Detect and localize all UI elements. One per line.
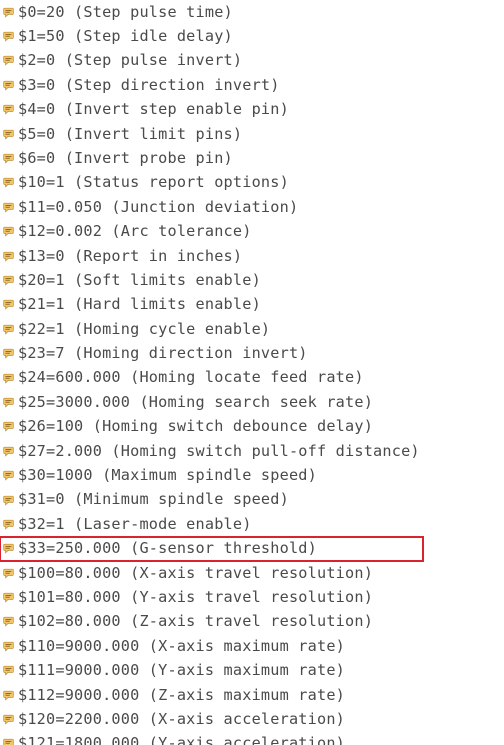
console-line-text: $120=2200.000 (X-axis acceleration): [18, 709, 346, 728]
message-icon: [3, 470, 14, 481]
console-line-text: $102=80.000 (Z-axis travel resolution): [18, 612, 374, 631]
console-line: $32=1 (Laser-mode enable): [0, 512, 504, 536]
console-line-text: $32=1 (Laser-mode enable): [18, 514, 252, 533]
console-line: $22=1 (Homing cycle enable): [0, 317, 504, 341]
message-icon: [3, 665, 14, 676]
console-line: $101=80.000 (Y-axis travel resolution): [0, 585, 504, 609]
console-line-text: $22=1 (Homing cycle enable): [18, 319, 271, 338]
console-line-text: $2=0 (Step pulse invert): [18, 51, 243, 70]
console-line: $6=0 (Invert probe pin): [0, 146, 504, 170]
message-icon: [3, 324, 14, 335]
message-icon: [3, 738, 14, 745]
console-line: $20=1 (Soft limits enable): [0, 268, 504, 292]
message-icon: [3, 568, 14, 579]
console-line: $2=0 (Step pulse invert): [0, 49, 504, 73]
message-icon: [3, 153, 14, 164]
message-icon: [3, 641, 14, 652]
console-line: $26=100 (Homing switch debounce delay): [0, 415, 504, 439]
console-line-text: $112=9000.000 (Z-axis maximum rate): [18, 685, 346, 704]
console-line: $23=7 (Homing direction invert): [0, 341, 504, 365]
console-line-text: $23=7 (Homing direction invert): [18, 344, 308, 363]
console-line: $3=0 (Step direction invert): [0, 73, 504, 97]
message-icon: [3, 129, 14, 140]
message-icon: [3, 55, 14, 67]
message-icon: [3, 519, 14, 530]
console-line-highlighted: $33=250.000 (G-sensor threshold): [0, 535, 424, 563]
console-line: $121=1800.000 (Y-axis acceleration): [0, 732, 504, 745]
message-icon: [3, 226, 14, 237]
console-line-text: $1=50 (Step idle delay): [18, 26, 233, 45]
message-icon: [3, 397, 14, 408]
message-icon: [3, 592, 14, 603]
message-icon: [3, 690, 14, 701]
console-line: $25=3000.000 (Homing search seek rate): [0, 390, 504, 414]
message-icon: [3, 446, 14, 457]
console-line: $21=1 (Hard limits enable): [0, 293, 504, 317]
message-icon: [3, 616, 14, 628]
console-line-text: $6=0 (Invert probe pin): [18, 148, 233, 167]
console-line: $12=0.002 (Arc tolerance): [0, 220, 504, 244]
console-line: $120=2200.000 (X-axis acceleration): [0, 707, 504, 731]
message-icon: [3, 495, 14, 506]
message-icon: [3, 31, 14, 42]
console-line-text: $3=0 (Step direction invert): [18, 75, 280, 94]
console-line: $110=9000.000 (X-axis maximum rate): [0, 634, 504, 658]
message-icon: [3, 421, 14, 432]
console-line-text: $30=1000 (Maximum spindle speed): [18, 466, 317, 485]
console-line-text: $24=600.000 (Homing locate feed rate): [18, 368, 364, 387]
console-line-text: $33=250.000 (G-sensor threshold): [18, 539, 317, 558]
console-line-text: $25=3000.000 (Homing search seek rate): [18, 392, 374, 411]
console-line: $10=1 (Status report options): [0, 171, 504, 195]
console-line: $5=0 (Invert limit pins): [0, 122, 504, 146]
console-line-text: $20=1 (Soft limits enable): [18, 270, 261, 289]
console-line-text: $0=20 (Step pulse time): [18, 2, 233, 21]
message-icon: [3, 80, 14, 91]
console-line-text: $4=0 (Invert step enable pin): [18, 100, 289, 119]
console-log: $0=20 (Step pulse time) $1=50 (Step idle…: [0, 0, 504, 745]
console-line-text: $13=0 (Report in inches): [18, 246, 243, 265]
console-line: $100=80.000 (X-axis travel resolution): [0, 561, 504, 585]
console-line: $1=50 (Step idle delay): [0, 24, 504, 48]
message-icon: [3, 275, 14, 286]
console-line-text: $31=0 (Minimum spindle speed): [18, 490, 289, 509]
console-line-text: $101=80.000 (Y-axis travel resolution): [18, 587, 374, 606]
console-line-text: $21=1 (Hard limits enable): [18, 295, 261, 314]
message-icon: [3, 373, 14, 384]
message-icon: [3, 714, 14, 725]
console-line-text: $5=0 (Invert limit pins): [18, 124, 243, 143]
console-line: $27=2.000 (Homing switch pull-off distan…: [0, 439, 504, 463]
message-icon: [3, 104, 14, 115]
console-line: $112=9000.000 (Z-axis maximum rate): [0, 683, 504, 707]
console-line-text: $121=1800.000 (Y-axis acceleration): [18, 734, 346, 745]
console-line-text: $26=100 (Homing switch debounce delay): [18, 417, 374, 436]
message-icon: [3, 348, 14, 359]
message-icon: [3, 7, 14, 18]
console-line: $31=0 (Minimum spindle speed): [0, 488, 504, 512]
console-line-text: $111=9000.000 (Y-axis maximum rate): [18, 661, 346, 680]
console-line-text: $27=2.000 (Homing switch pull-off distan…: [18, 441, 420, 460]
message-icon: [3, 202, 14, 213]
console-line: $13=0 (Report in inches): [0, 244, 504, 268]
message-icon: [3, 251, 14, 262]
console-line-text: $110=9000.000 (X-axis maximum rate): [18, 636, 346, 655]
console-line-text: $10=1 (Status report options): [18, 173, 289, 192]
console-line: $111=9000.000 (Y-axis maximum rate): [0, 659, 504, 683]
message-icon: [3, 177, 14, 189]
console-line: $11=0.050 (Junction deviation): [0, 195, 504, 219]
console-line: $4=0 (Invert step enable pin): [0, 98, 504, 122]
console-line-text: $100=80.000 (X-axis travel resolution): [18, 563, 374, 582]
console-line-text: $12=0.002 (Arc tolerance): [18, 222, 252, 241]
console-line: $24=600.000 (Homing locate feed rate): [0, 366, 504, 390]
console-line: $30=1000 (Maximum spindle speed): [0, 463, 504, 487]
message-icon: [3, 299, 14, 310]
console-line: $0=20 (Step pulse time): [0, 0, 504, 24]
console-line: $102=80.000 (Z-axis travel resolution): [0, 610, 504, 634]
message-icon: [3, 543, 14, 554]
console-line-text: $11=0.050 (Junction deviation): [18, 197, 299, 216]
